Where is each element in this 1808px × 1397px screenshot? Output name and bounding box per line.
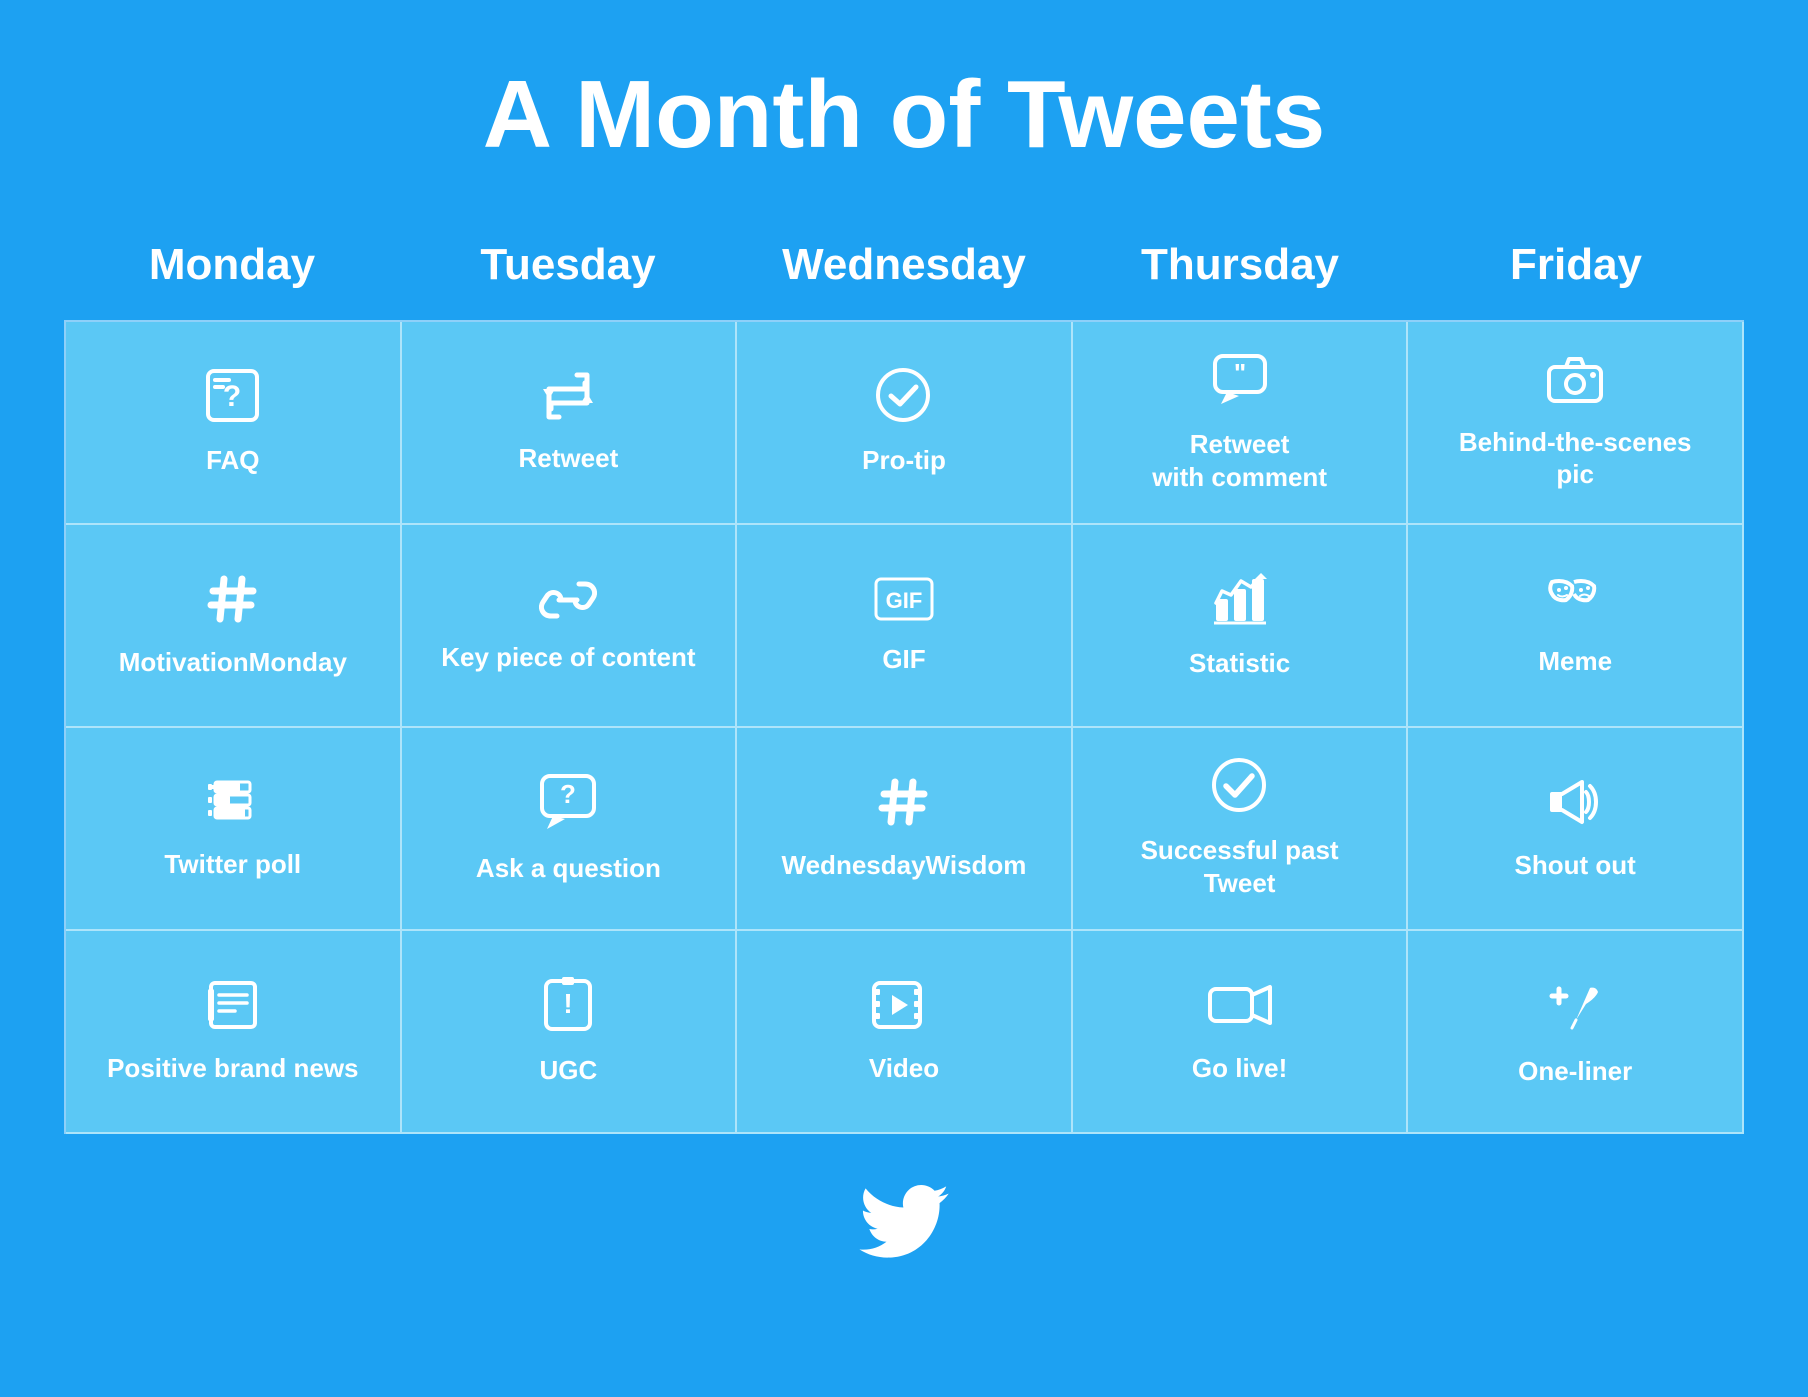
ugc-label: UGC xyxy=(540,1054,598,1087)
cell-key-content: Key piece of content xyxy=(402,525,738,728)
pen-plus-icon xyxy=(1546,976,1604,1043)
cell-statistic: Statistic xyxy=(1073,525,1409,728)
ask-question-label: Ask a question xyxy=(476,852,661,885)
gif-icon: GIF xyxy=(873,576,935,631)
calendar-wrapper: Monday Tuesday Wednesday Thursday Friday… xyxy=(64,220,1744,1134)
cell-video: Video xyxy=(737,931,1073,1134)
retweet-label: Retweet xyxy=(519,442,619,475)
protip-icon xyxy=(876,368,931,432)
faq-label: FAQ xyxy=(206,444,259,477)
cell-brand-news: Positive brand news xyxy=(66,931,402,1134)
day-friday: Friday xyxy=(1408,220,1744,320)
day-thursday: Thursday xyxy=(1072,220,1408,320)
cell-ugc: ! UGC xyxy=(402,931,738,1134)
check-circle-icon xyxy=(1212,758,1267,822)
cell-motivation-monday: MotivationMonday xyxy=(66,525,402,728)
retweet-icon xyxy=(539,371,597,430)
cell-gif: GIF GIF xyxy=(737,525,1073,728)
poll-icon xyxy=(205,777,260,836)
question-bubble-icon: ? xyxy=(539,773,597,840)
meme-label: Meme xyxy=(1538,645,1612,678)
shout-out-label: Shout out xyxy=(1515,849,1636,882)
cell-retweet-comment: " Retweetwith comment xyxy=(1073,322,1409,525)
hashtag-monday-icon xyxy=(207,573,259,634)
hashtag-wednesday-icon xyxy=(878,776,930,837)
svg-text:": " xyxy=(1233,358,1245,388)
grid-table: ? FAQ Retweet xyxy=(64,320,1744,1134)
protip-label: Pro-tip xyxy=(862,444,946,477)
retweet-comment-label: Retweetwith comment xyxy=(1152,428,1327,493)
go-live-label: Go live! xyxy=(1192,1052,1287,1085)
day-wednesday: Wednesday xyxy=(736,220,1072,320)
link-icon xyxy=(539,577,597,629)
cell-meme: Meme xyxy=(1408,525,1744,728)
statistic-label: Statistic xyxy=(1189,647,1290,680)
cell-wednesday-wisdom: WednesdayWisdom xyxy=(737,728,1073,931)
page-title: A Month of Tweets xyxy=(483,60,1326,170)
cell-successful-tweet: Successful pastTweet xyxy=(1073,728,1409,931)
key-content-label: Key piece of content xyxy=(441,641,695,674)
behind-scenes-label: Behind-the-scenespic xyxy=(1459,426,1692,491)
twitter-bird-icon xyxy=(859,1184,949,1259)
chart-icon xyxy=(1211,571,1269,635)
retweet-comment-icon: " xyxy=(1211,352,1269,416)
masks-icon xyxy=(1544,574,1606,633)
newspaper-icon xyxy=(205,979,261,1040)
motivation-monday-label: MotivationMonday xyxy=(119,646,347,679)
video-label: Video xyxy=(869,1052,939,1085)
day-tuesday: Tuesday xyxy=(400,220,736,320)
cell-faq: ? FAQ xyxy=(66,322,402,525)
svg-text:?: ? xyxy=(560,779,576,809)
cell-twitter-poll: Twitter poll xyxy=(66,728,402,931)
camera-icon xyxy=(1546,355,1604,414)
ugc-icon: ! xyxy=(542,977,594,1042)
megaphone-icon xyxy=(1544,776,1606,837)
gif-label: GIF xyxy=(882,643,925,676)
cell-protip: Pro-tip xyxy=(737,322,1073,525)
successful-tweet-label: Successful pastTweet xyxy=(1141,834,1339,899)
day-monday: Monday xyxy=(64,220,400,320)
cell-one-liner: One-liner xyxy=(1408,931,1744,1134)
cell-retweet: Retweet xyxy=(402,322,738,525)
twitter-footer xyxy=(859,1184,949,1259)
video-icon xyxy=(872,979,936,1040)
day-headers: Monday Tuesday Wednesday Thursday Friday xyxy=(64,220,1744,320)
twitter-poll-label: Twitter poll xyxy=(164,848,301,881)
svg-text:?: ? xyxy=(223,380,241,413)
one-liner-label: One-liner xyxy=(1518,1055,1632,1088)
svg-text:!: ! xyxy=(564,988,573,1019)
wednesday-wisdom-label: WednesdayWisdom xyxy=(782,849,1027,882)
live-camera-icon xyxy=(1208,979,1272,1040)
cell-ask-question: ? Ask a question xyxy=(402,728,738,931)
cell-shout-out: Shout out xyxy=(1408,728,1744,931)
svg-text:GIF: GIF xyxy=(886,588,923,613)
cell-go-live: Go live! xyxy=(1073,931,1409,1134)
brand-news-label: Positive brand news xyxy=(107,1052,358,1085)
faq-icon: ? xyxy=(205,368,260,432)
cell-behind-scenes: Behind-the-scenespic xyxy=(1408,322,1744,525)
